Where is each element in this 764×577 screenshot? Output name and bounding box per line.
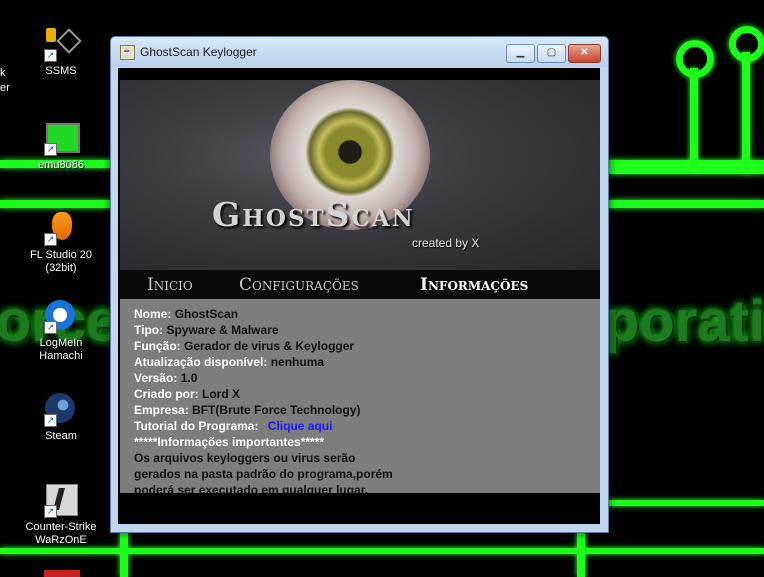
info-panel: Nome: GhostScan Tipo: Spyware & Malware … <box>120 299 600 493</box>
info-key: Atualização disponível: <box>134 355 268 369</box>
circuit-trace <box>120 530 128 577</box>
wallpaper-text-right: porati <box>604 289 764 354</box>
info-value: Gerador de virus & Keylogger <box>184 339 355 353</box>
desktop-icon-fl-studio[interactable]: ↗ FL Studio 20 (32bit) <box>17 212 105 275</box>
info-value: GhostScan <box>174 307 239 321</box>
desktop-icon-label: WaRzOnE <box>35 534 87 546</box>
info-value: Lord X <box>202 387 241 401</box>
java-icon: ☕ <box>120 45 135 60</box>
desktop-icon-label: LogMeIn <box>39 337 83 349</box>
circuit-trace <box>607 166 764 174</box>
info-key: Tipo: <box>134 323 164 337</box>
window-title: GhostScan Keylogger <box>140 45 257 59</box>
circuit-trace <box>0 200 110 208</box>
info-row-empresa: Empresa: BFT(Brute Force Technology) <box>134 403 361 417</box>
counter-strike-icon: ↗ <box>44 484 78 518</box>
circuit-trace <box>0 548 764 554</box>
steam-icon: ↗ <box>44 393 78 427</box>
desktop-icon-label: SSMS <box>45 65 77 77</box>
ssms-icon: ↗ <box>44 28 82 62</box>
banner-image: GhostScan created by X <box>120 80 600 270</box>
circuit-trace <box>607 200 764 208</box>
info-value: Spyware & Malware <box>166 323 279 337</box>
tab-inicio[interactable]: Inicio <box>147 275 193 295</box>
info-key: Versão: <box>134 371 178 385</box>
info-key: Nome: <box>134 307 172 321</box>
info-important-heading: *****Informações importantes***** <box>134 435 324 449</box>
menu-bar: Inicio Configurações Informações <box>120 270 600 299</box>
desktop-icon-label: Steam <box>45 430 77 442</box>
desktop-icon-label: (32bit) <box>45 262 77 274</box>
brand-logo: GhostScan <box>212 195 415 234</box>
info-key: Empresa: <box>134 403 189 417</box>
info-row-criado: Criado por: Lord X <box>134 387 240 401</box>
bottom-bar <box>118 493 600 524</box>
info-text-line: poderá ser executado em qualquer lugar. <box>134 483 368 493</box>
close-button[interactable]: ✕ <box>568 44 601 63</box>
created-by-label: created by X <box>412 236 480 250</box>
tab-configuracoes[interactable]: Configurações <box>239 275 359 295</box>
tutorial-link[interactable]: Clique aqui <box>268 419 333 433</box>
info-value: 1.0 <box>180 371 198 385</box>
chip-icon: ↗ <box>44 122 80 156</box>
info-text: poderá ser executado em qualquer lugar. <box>134 483 369 493</box>
circuit-node <box>729 26 764 62</box>
info-text: gerados na pasta padrão do programa,poré… <box>134 467 393 481</box>
info-row-atualizacao: Atualização disponível: nenhuma <box>134 355 324 369</box>
desktop-icon-label: Counter-Strike <box>25 521 97 533</box>
circuit-trace <box>690 68 698 168</box>
desktop-icon-counter-strike[interactable]: ↗ Counter-Strike WaRzOnE <box>17 484 105 547</box>
desktop-icon-ssms[interactable]: ↗ SSMS <box>17 28 105 78</box>
info-key: Tutorial do Programa: <box>134 419 259 433</box>
info-row-nome: Nome: GhostScan <box>134 307 238 321</box>
circuit-node <box>676 40 714 78</box>
fl-studio-icon: ↗ <box>44 212 78 246</box>
desktop-icon-partial <box>44 570 80 577</box>
info-value: BFT(Brute Force Technology) <box>192 403 361 417</box>
circuit-trace <box>607 500 764 506</box>
info-text-line: gerados na pasta padrão do programa,poré… <box>134 467 393 481</box>
info-value: nenhuma <box>270 355 325 369</box>
info-row-tutorial: Tutorial do Programa: Clique aqui <box>134 419 332 433</box>
info-key: Criado por: <box>134 387 199 401</box>
title-bar[interactable]: ☕ GhostScan Keylogger ▁ ▢ ✕ <box>111 37 608 67</box>
minimize-button[interactable]: ▁ <box>506 44 535 63</box>
info-row-funcao: Função: Gerador de virus & Keylogger <box>134 339 354 353</box>
window-client: GhostScan created by X Inicio Configuraç… <box>118 68 600 524</box>
important-heading-text: *****Informações importantes***** <box>134 435 325 449</box>
info-key: Função: <box>134 339 181 353</box>
desktop-icon-label: emu8086 <box>38 159 84 171</box>
desktop-partial-label: k <box>0 67 6 79</box>
maximize-button[interactable]: ▢ <box>537 44 566 63</box>
info-row-tipo: Tipo: Spyware & Malware <box>134 323 279 337</box>
info-text-line: Os arquivos keyloggers ou virus serão <box>134 451 355 465</box>
tab-informacoes[interactable]: Informações <box>420 275 528 295</box>
circuit-trace <box>577 530 585 577</box>
hamachi-icon: ↗ <box>44 300 78 334</box>
desktop-partial-label: er <box>0 82 10 94</box>
info-row-versao: Versão: 1.0 <box>134 371 197 385</box>
app-window: ☕ GhostScan Keylogger ▁ ▢ ✕ GhostScan cr… <box>110 36 609 533</box>
circuit-trace <box>742 52 750 172</box>
info-text: Os arquivos keyloggers ou virus serão <box>134 451 356 465</box>
desktop-icon-steam[interactable]: ↗ Steam <box>17 393 105 443</box>
desktop-icon-label: FL Studio 20 <box>30 249 92 261</box>
desktop-icon-label: Hamachi <box>39 350 83 362</box>
desktop-icon-hamachi[interactable]: ↗ LogMeIn Hamachi <box>17 300 105 363</box>
desktop-icon-emu8086[interactable]: ↗ emu8086 <box>17 122 105 172</box>
